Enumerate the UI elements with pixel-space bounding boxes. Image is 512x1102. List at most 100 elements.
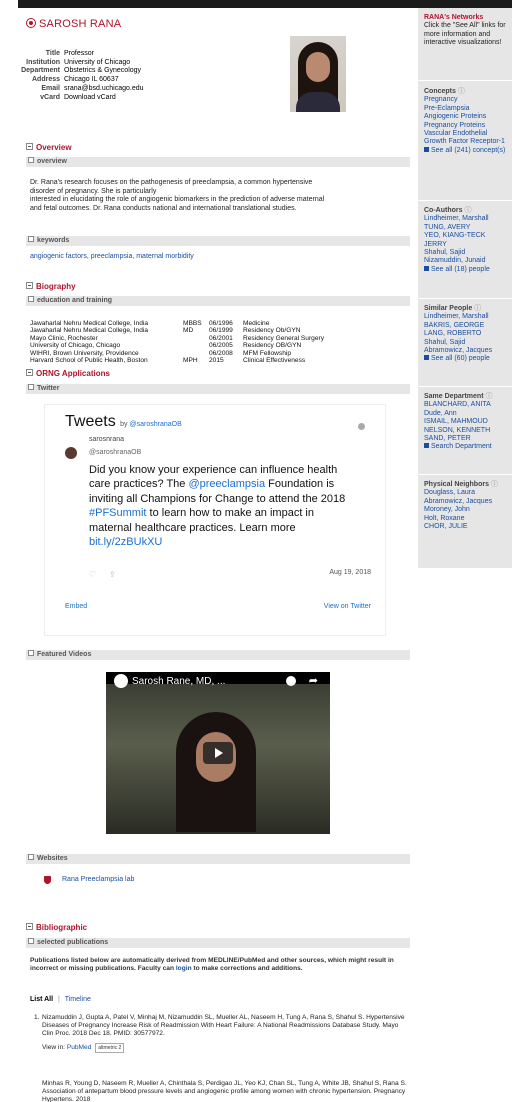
coauthor-link[interactable]: Nizamuddin, Junaid xyxy=(424,257,510,265)
tweet-hashtag-link[interactable]: #PFSummit xyxy=(89,507,146,519)
neighbor-link[interactable]: Douglass, Laura xyxy=(424,489,510,497)
search-department-link[interactable]: Search Department xyxy=(424,443,510,451)
edu-date: 06/1999 xyxy=(209,327,233,335)
share-icon[interactable]: ⇪ xyxy=(109,570,116,579)
neighbor-link[interactable]: Moroney, John xyxy=(424,506,510,514)
help-icon[interactable]: ⓘ xyxy=(485,393,492,400)
twitter-handle-link[interactable]: @saroshranaOB xyxy=(130,421,182,428)
share-arrow-icon[interactable]: ➦ xyxy=(309,674,318,687)
info-value: University of Chicago xyxy=(64,58,131,66)
video-player[interactable]: Sarosh Rane, MD, ... ➦ xyxy=(106,672,330,834)
info-label: Department xyxy=(21,67,60,75)
department-person-link[interactable]: ISMAIL, MAHMOUD xyxy=(424,418,510,426)
info-label: Institution xyxy=(26,58,60,66)
similar-person-link[interactable]: Shahul, Sajid xyxy=(424,339,510,347)
email-value[interactable]: srana@bsd.uchicago.edu xyxy=(64,85,144,92)
see-all-coauthors-link[interactable]: See all (18) people xyxy=(424,266,510,274)
neighbor-link[interactable]: Abramowicz, Jacques xyxy=(424,498,510,506)
embed-link[interactable]: Embed xyxy=(65,603,87,610)
info-row-title: Title Professor xyxy=(14,50,144,59)
tweets-header: Tweets by @saroshranaOB xyxy=(65,413,182,431)
overview-line: disorder of pregnancy. She is particular… xyxy=(30,187,157,195)
tweet-handle[interactable]: @saroshranaOB xyxy=(89,449,141,456)
concept-link[interactable]: Vascular Endothelial Growth Factor Recep… xyxy=(424,130,510,147)
play-button[interactable] xyxy=(203,742,233,764)
keywords-link[interactable]: angiogenic factors, preeclampsia, matern… xyxy=(30,253,194,260)
see-all-similar-link[interactable]: See all (60) people xyxy=(424,355,510,363)
pubmed-link[interactable]: PubMed xyxy=(67,1044,92,1051)
coauthor-link[interactable]: Lindheimer, Marshall xyxy=(424,215,510,223)
education-row: Harvard School of Public Health, Boston M… xyxy=(30,357,324,364)
help-icon[interactable]: ⓘ xyxy=(491,481,498,488)
concept-link[interactable]: Angiogenic Proteins xyxy=(424,113,510,121)
video-title[interactable]: Sarosh Rane, MD, ... xyxy=(132,676,225,687)
tweet-date[interactable]: Aug 19, 2018 xyxy=(329,569,371,576)
section-orng[interactable]: ORNG Applications xyxy=(26,369,110,378)
channel-logo-icon[interactable] xyxy=(114,674,128,688)
tweet-body: Did you know your experience can influen… xyxy=(89,463,359,549)
pub-view-in: View in: PubMed altmetric 2 xyxy=(42,1043,408,1053)
section-biography[interactable]: Biography xyxy=(26,282,76,291)
pub-citation: Minhas R, Young D, Naseem R, Mueller A, … xyxy=(42,1080,407,1102)
concept-link[interactable]: Pre-Eclampsia xyxy=(424,105,510,113)
subsection-education[interactable]: education and training xyxy=(26,296,410,306)
timeline-tab[interactable]: Timeline xyxy=(65,996,91,1003)
like-icon[interactable]: ♡ xyxy=(89,570,96,579)
subsection-publications[interactable]: selected publications xyxy=(26,938,410,948)
subsection-overview[interactable]: overview xyxy=(26,157,410,167)
sidebar-divider xyxy=(418,298,512,299)
tweet-url-link[interactable]: bit.ly/2zBUkXU xyxy=(89,536,162,548)
department-person-link[interactable]: NELSON, KENNETH xyxy=(424,427,510,435)
list-all-tab[interactable]: List All xyxy=(30,996,53,1003)
publication-item: 1. Nizamuddin J, Gupta A, Patel V, Minhaj… xyxy=(34,1014,408,1053)
info-icon[interactable] xyxy=(358,423,365,430)
help-icon[interactable]: ⓘ xyxy=(464,207,471,214)
department-person-link[interactable]: Dude, Ann xyxy=(424,410,510,418)
see-all-concepts-link[interactable]: See all (241) concept(s) xyxy=(424,147,510,155)
similar-person-link[interactable]: Lindheimer, Marshall xyxy=(424,313,510,321)
subsection-videos[interactable]: Featured Videos xyxy=(26,650,410,660)
publication-item: 2.Minhas R, Young D, Naseem R, Mueller A… xyxy=(42,1080,408,1102)
login-link[interactable]: login xyxy=(176,965,192,972)
concept-link[interactable]: Pregnancy Proteins xyxy=(424,122,510,130)
concept-link[interactable]: Pregnancy xyxy=(424,96,510,104)
coauthor-link[interactable]: YEO, KIANG-TECK JERRY xyxy=(424,232,510,249)
collapse-icon xyxy=(28,650,34,656)
help-icon[interactable]: ⓘ xyxy=(458,88,465,95)
networks-title: RANA's Networks xyxy=(424,14,484,21)
tweet-avatar[interactable] xyxy=(65,447,77,459)
view-on-twitter-link[interactable]: View on Twitter xyxy=(324,603,371,610)
section-overview[interactable]: Overview xyxy=(26,143,72,152)
subsection-keywords[interactable]: keywords xyxy=(26,236,410,246)
neighbor-link[interactable]: CHOR, JULIE xyxy=(424,523,510,531)
section-bibliographic[interactable]: Bibliographic xyxy=(26,923,87,932)
altmetric-badge[interactable]: altmetric 2 xyxy=(95,1043,125,1053)
subsection-twitter[interactable]: Twitter xyxy=(26,384,410,394)
collapse-icon xyxy=(28,157,34,163)
watch-later-icon[interactable] xyxy=(286,676,296,686)
department-person-link[interactable]: SAND, PETER xyxy=(424,435,510,443)
coauthor-link[interactable]: TUNG, AVERY xyxy=(424,224,510,232)
top-bar xyxy=(18,0,512,8)
tweets-title: Tweets xyxy=(65,413,116,430)
education-row: Jawaharlal Nehru Medical College, India M… xyxy=(30,327,324,334)
similar-person-link[interactable]: LANG, ROBERTO xyxy=(424,330,510,338)
tweet-mention-link[interactable]: @preeclampsia xyxy=(188,478,265,490)
keywords-links[interactable]: angiogenic factors, preeclampsia, matern… xyxy=(30,253,194,262)
similar-person-link[interactable]: BAKRIS, GEORGE xyxy=(424,322,510,330)
similar-person-link[interactable]: Abramowicz, Jacques xyxy=(424,347,510,355)
photo-body xyxy=(296,92,340,112)
download-vcard-link[interactable]: Download vCard xyxy=(64,94,116,101)
subsection-websites[interactable]: Websites xyxy=(26,854,410,864)
department-person-link[interactable]: BLANCHARD, ANITA xyxy=(424,401,510,409)
physical-title-text: Physical Neighbors xyxy=(424,481,489,488)
website-link[interactable]: Rana Preeclampsia lab xyxy=(62,876,134,883)
help-icon[interactable]: ⓘ xyxy=(474,305,481,312)
sidebar-divider xyxy=(418,80,512,81)
neighbor-link[interactable]: Holt, Roxane xyxy=(424,515,510,523)
profile-name-text: SAROSH RANA xyxy=(39,18,122,30)
subsection-title: Featured Videos xyxy=(37,651,92,658)
coauthor-link[interactable]: Shahul, Sajid xyxy=(424,249,510,257)
section-title: Bibliographic xyxy=(36,923,88,932)
tweet-author-name: saroshrana xyxy=(89,437,125,443)
